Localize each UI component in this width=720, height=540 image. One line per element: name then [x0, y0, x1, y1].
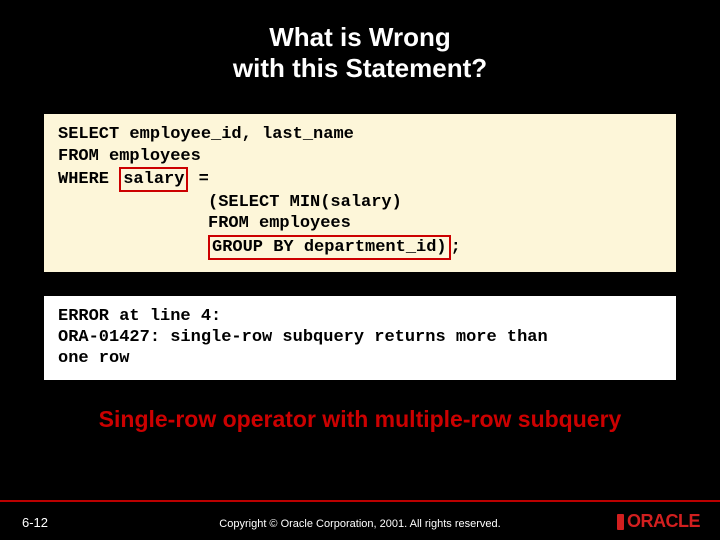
logo-box-icon	[617, 514, 624, 530]
slide-title: What is Wrong with this Statement?	[0, 0, 720, 84]
error-line-1: ERROR at line 4:	[58, 306, 662, 327]
title-line2: with this Statement?	[233, 53, 487, 83]
copyright: Copyright © Oracle Corporation, 2001. Al…	[0, 518, 720, 530]
highlight-groupby: GROUP BY department_id)	[208, 235, 451, 260]
title-line1: What is Wrong	[269, 22, 451, 52]
code-line-2: FROM employees	[58, 146, 662, 167]
error-line-2: ORA-01427: single-row subquery returns m…	[58, 327, 662, 348]
oracle-logo: ORACLE	[617, 511, 700, 532]
code-line-4: (SELECT MIN(salary)	[58, 192, 662, 213]
code-line-3: WHERE salary =	[58, 167, 662, 192]
sql-code-block: SELECT employee_id, last_name FROM emplo…	[44, 114, 676, 272]
logo-text: ORACLE	[627, 511, 700, 532]
code-line-6: GROUP BY department_id);	[58, 235, 662, 260]
error-line-3: one row	[58, 348, 662, 369]
caption: Single-row operator with multiple-row su…	[0, 406, 720, 433]
highlight-salary: salary	[119, 167, 188, 192]
code-line-1: SELECT employee_id, last_name	[58, 124, 662, 145]
footer: 6-12 Copyright © Oracle Corporation, 200…	[0, 500, 720, 540]
error-block: ERROR at line 4: ORA-01427: single-row s…	[44, 296, 676, 380]
code-line-5: FROM employees	[58, 213, 662, 234]
